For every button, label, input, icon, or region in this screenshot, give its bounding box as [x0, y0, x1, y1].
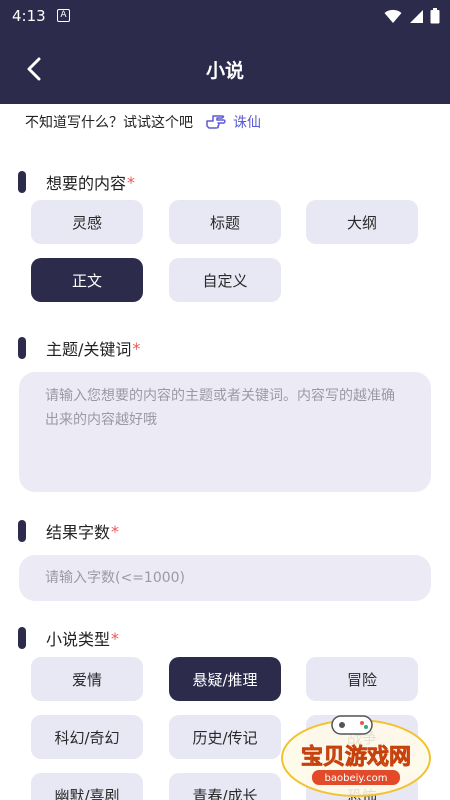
genre-chip-mystery[interactable]: 悬疑/推理 — [169, 657, 281, 701]
section-marker — [18, 627, 26, 649]
suggestion-link[interactable]: 诛仙 — [233, 112, 261, 132]
gamepad-icon — [331, 715, 373, 735]
status-time: 4:13 — [12, 7, 46, 25]
section-marker — [18, 520, 26, 542]
section-content-title: 想要的内容 * — [18, 170, 135, 194]
genre-chip-scifi[interactable]: 科幻/奇幻 — [31, 715, 143, 759]
content-chip-body[interactable]: 正文 — [31, 258, 143, 302]
section-label: 小说类型 — [46, 630, 111, 649]
genre-chip-youth[interactable]: 青春/成长 — [169, 773, 281, 800]
genre-chip-comedy[interactable]: 幽默/喜剧 — [31, 773, 143, 800]
required-mark: * — [132, 338, 141, 358]
required-mark: * — [111, 628, 120, 648]
form-area: 不知道写什么？试试这个吧 诛仙 想要的内容 * 灵感 标题 大纲 正文 自定义 主… — [0, 104, 450, 800]
status-bar: 4:13 A — [0, 0, 450, 32]
section-topic-title: 主题/关键词 * — [18, 336, 140, 360]
section-label: 结果字数 — [46, 523, 111, 542]
word-count-input[interactable]: 请输入字数(<=1000) — [19, 555, 431, 601]
battery-icon — [430, 8, 440, 24]
section-marker — [18, 337, 26, 359]
section-marker — [18, 171, 26, 193]
section-genre-title: 小说类型 * — [18, 626, 119, 650]
watermark-url: baobeiy.com — [325, 773, 388, 784]
content-chip-custom[interactable]: 自定义 — [169, 258, 281, 302]
app-bar: 小说 — [0, 32, 450, 104]
genre-chip-romance[interactable]: 爱情 — [31, 657, 143, 701]
content-chip-title[interactable]: 标题 — [169, 200, 281, 244]
wifi-icon — [384, 9, 402, 23]
genre-chip-adventure[interactable]: 冒险 — [306, 657, 418, 701]
suggestion-row: 不知道写什么？试试这个吧 诛仙 — [25, 112, 261, 132]
required-mark: * — [127, 172, 136, 192]
suggestion-text: 不知道写什么？试试这个吧 — [25, 115, 193, 131]
watermark-logo: 宝贝游戏网 baobeiy.com — [281, 715, 431, 797]
content-chip-inspiration[interactable]: 灵感 — [31, 200, 143, 244]
section-count-title: 结果字数 * — [18, 519, 119, 543]
watermark-text: 宝贝游戏网 — [301, 744, 411, 770]
topic-textarea[interactable]: 请输入您想要的内容的主题或者关键词。内容写的越准确出来的内容越好哦 — [19, 372, 431, 492]
section-label: 想要的内容 — [46, 174, 127, 193]
page-title: 小说 — [205, 60, 244, 82]
status-icons — [384, 8, 440, 24]
pointing-hand-icon — [206, 115, 226, 129]
content-chip-outline[interactable]: 大纲 — [306, 200, 418, 244]
genre-chip-history[interactable]: 历史/传记 — [169, 715, 281, 759]
notification-icon: A — [57, 9, 70, 22]
required-mark: * — [111, 521, 120, 541]
signal-icon — [410, 9, 423, 23]
section-label: 主题/关键词 — [46, 340, 132, 359]
